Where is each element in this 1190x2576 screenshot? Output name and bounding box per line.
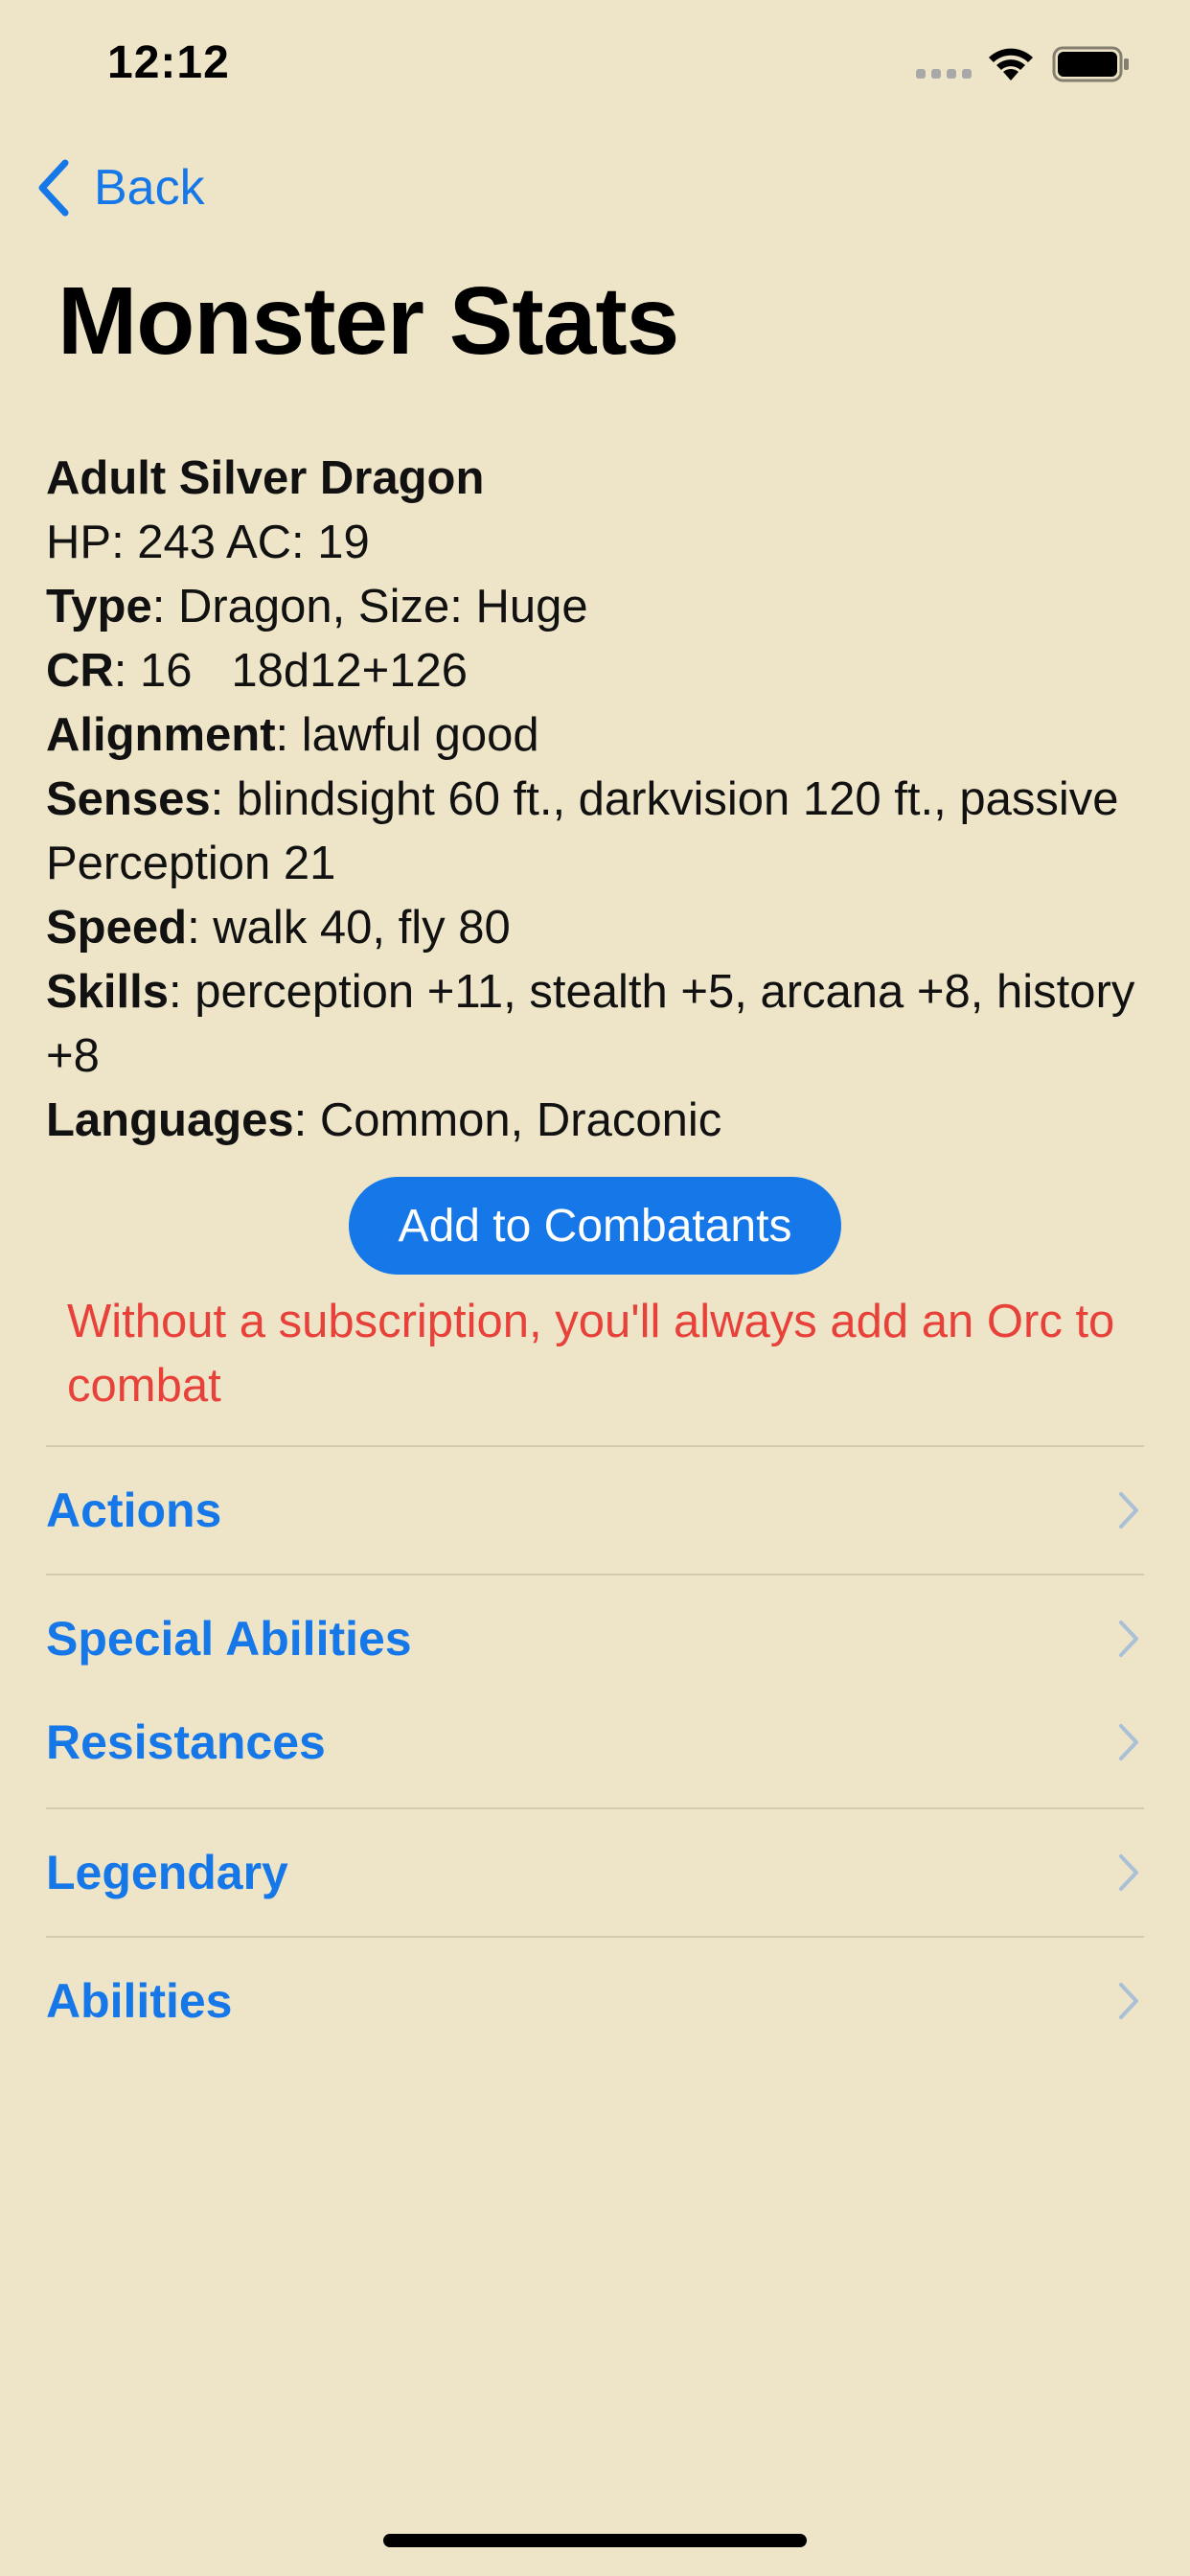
- section-row-legendary[interactable]: Legendary: [46, 1825, 1144, 1920]
- cellular-signal-icon: [916, 69, 972, 79]
- languages-value: : Common, Draconic: [293, 1094, 722, 1146]
- battery-icon: [1052, 46, 1129, 82]
- languages-line: Languages: Common, Draconic: [46, 1089, 1148, 1153]
- section-row-actions[interactable]: Actions: [46, 1462, 1144, 1558]
- subscription-warning: Without a subscription, you'll always ad…: [67, 1296, 1115, 1412]
- section-label: Abilities: [46, 1974, 233, 2028]
- back-label: Back: [94, 160, 205, 216]
- alignment-value: : lawful good: [275, 709, 539, 761]
- alignment-label: Alignment: [46, 709, 276, 761]
- senses-line: Senses: blindsight 60 ft., darkvision 12…: [46, 768, 1148, 896]
- divider: [46, 1936, 1144, 1938]
- section-row-abilities[interactable]: Abilities: [46, 1953, 1144, 2049]
- chevron-right-icon: [1119, 1621, 1138, 1657]
- cr-line: CR: 16 18d12+126: [46, 639, 1148, 703]
- type-value: : Dragon, Size: Huge: [151, 581, 588, 632]
- chevron-right-icon: [1119, 1492, 1138, 1529]
- speed-value: : walk 40, fly 80: [187, 902, 511, 954]
- skills-value: : perception +11, stealth +5, arcana +8,…: [46, 966, 1135, 1082]
- status-time: 12:12: [107, 37, 230, 88]
- page-title: Monster Stats: [57, 267, 679, 375]
- senses-label: Senses: [46, 773, 211, 825]
- divider: [46, 1574, 1144, 1576]
- cr-value: : 16 18d12+126: [113, 645, 468, 697]
- chevron-right-icon: [1119, 1983, 1138, 2019]
- section-label: Special Abilities: [46, 1612, 412, 1666]
- monster-name: Adult Silver Dragon: [46, 452, 485, 504]
- type-line: Type: Dragon, Size: Huge: [46, 575, 1148, 639]
- speed-label: Speed: [46, 902, 188, 954]
- cr-label: CR: [46, 645, 114, 697]
- skills-label: Skills: [46, 966, 170, 1018]
- hp-ac-line: HP: 243 AC: 19: [46, 517, 370, 568]
- home-indicator[interactable]: [383, 2534, 807, 2547]
- chevron-right-icon: [1119, 1854, 1138, 1891]
- monster-stats-screen: 12:12 Back Monster Stats Adult Silver Dr…: [0, 0, 1190, 2576]
- section-label: Actions: [46, 1484, 222, 1537]
- type-label: Type: [46, 581, 152, 632]
- section-row-special-abilities[interactable]: Special Abilities: [46, 1591, 1144, 1687]
- add-to-combatants-button[interactable]: Add to Combatants: [349, 1177, 841, 1275]
- speed-line: Speed: walk 40, fly 80: [46, 896, 1148, 960]
- alignment-line: Alignment: lawful good: [46, 703, 1148, 768]
- divider: [46, 1445, 1144, 1447]
- section-row-resistances[interactable]: Resistances: [46, 1694, 1144, 1790]
- status-bar: 12:12: [0, 0, 1190, 125]
- languages-label: Languages: [46, 1094, 294, 1146]
- section-label: Resistances: [46, 1715, 326, 1769]
- section-label: Legendary: [46, 1846, 288, 1899]
- chevron-right-icon: [1119, 1724, 1138, 1760]
- divider: [46, 1807, 1144, 1809]
- wifi-icon: [989, 48, 1033, 80]
- skills-line: Skills: perception +11, stealth +5, arca…: [46, 960, 1148, 1089]
- back-chevron-icon: [38, 159, 69, 217]
- monster-stats: Adult Silver Dragon HP: 243 AC: 19 Type:…: [46, 447, 1148, 1153]
- back-button[interactable]: Back: [34, 153, 205, 222]
